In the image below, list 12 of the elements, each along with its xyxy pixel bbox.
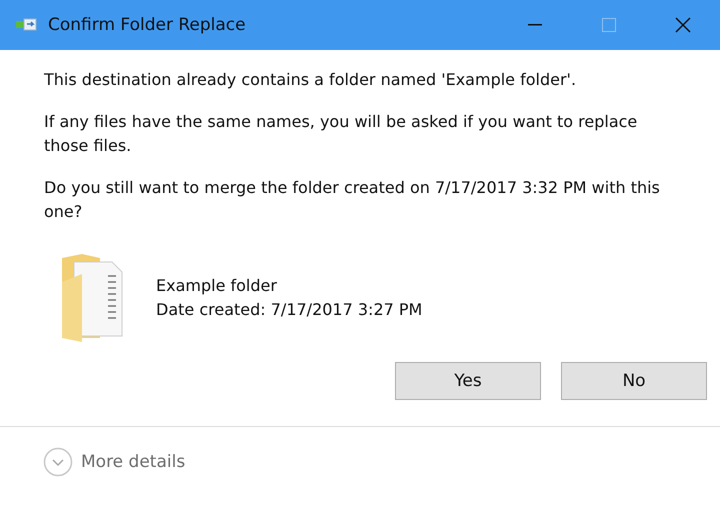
folder-name: Example folder — [156, 275, 278, 297]
message-text: If any files have the same names, you will be asked if you want to replace those files. — [44, 111, 638, 157]
date-created: Date created: 7/17/2017 3:27 PM — [156, 299, 422, 321]
close-icon[interactable] — [675, 17, 691, 33]
folder-arrow-icon — [16, 18, 38, 32]
message-text: This destination already contains a folder named 'Example folder'. — [44, 69, 578, 91]
minimize-icon[interactable] — [528, 24, 542, 26]
message-text: Do you still want to merge the folder created on 7/17/2017 3:32 PM with this one? — [44, 177, 661, 223]
more-details-toggle[interactable]: More details — [43, 447, 186, 477]
no-button[interactable]: No — [561, 362, 707, 400]
window-title: Confirm Folder Replace — [48, 15, 247, 35]
yes-button[interactable]: Yes — [395, 362, 541, 400]
